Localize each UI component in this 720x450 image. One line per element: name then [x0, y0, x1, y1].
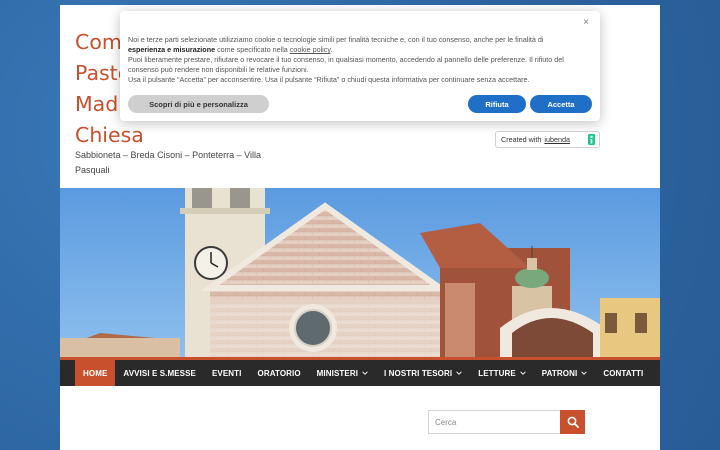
nav-item-tesori[interactable]: I NOSTRI TESORI [376, 360, 470, 386]
search-input[interactable] [428, 410, 560, 434]
hero-image [60, 188, 660, 358]
cookie-banner: × Noi e terze parti selezionate utilizzi… [120, 11, 600, 121]
reject-button[interactable]: Rifiuta [468, 95, 526, 113]
cookie-banner-text: Noi e terze parti selezionate utilizziam… [128, 35, 580, 85]
cookie-text-part: Noi e terze parti selezionate utilizziam… [128, 35, 544, 44]
church-photo [60, 188, 660, 358]
search-button[interactable] [560, 410, 585, 434]
nav-item-contatti[interactable]: CONTATTI [595, 360, 651, 386]
nav-item-letture[interactable]: LETTURE [470, 360, 534, 386]
nav-item-label: ORATORIO [257, 368, 301, 378]
chevron-down-icon [456, 371, 462, 375]
nav-item-avvisi[interactable]: AVVISI E S.MESSE [115, 360, 204, 386]
nav-item-label: MINISTERI [316, 368, 359, 378]
nav-item-ministeri[interactable]: MINISTERI [309, 360, 376, 386]
nav-item-patroni[interactable]: PATRONI [534, 360, 596, 386]
chevron-down-icon [362, 371, 368, 375]
nav-item-home[interactable]: HOME [75, 360, 116, 386]
nav-item-label: CONTATTI [603, 368, 644, 378]
site-title-line[interactable]: Chiesa [75, 120, 275, 151]
main-navigation: HOME AVVISI E S.MESSE EVENTI ORATORIO MI… [60, 360, 660, 386]
site-tagline: Sabbioneta – Breda Cisoni – Ponteterra –… [75, 150, 261, 175]
nav-item-label: LETTURE [478, 368, 516, 378]
nav-item-label: PATRONI [541, 368, 578, 378]
nav-item-label: AVVISI E S.MESSE [123, 368, 196, 378]
cookie-text-part: come specificato nella [215, 45, 290, 54]
nav-item-eventi[interactable]: EVENTI [204, 360, 250, 386]
cookie-text-paragraph: Noi e terze parti selezionate utilizziam… [128, 35, 580, 55]
close-icon[interactable]: × [580, 17, 592, 29]
cookie-policy-link[interactable]: cookie policy [290, 45, 331, 54]
badge-prefix: Created with [501, 135, 542, 144]
search-icon [567, 416, 579, 428]
chevron-down-icon [581, 371, 588, 375]
iubenda-logo-icon [588, 134, 595, 145]
cookie-text-bold: esperienza e misurazione [128, 45, 216, 54]
customize-button[interactable]: Scopri di più e personalizza [128, 95, 269, 113]
nav-item-label: HOME [83, 368, 108, 378]
cookie-text-paragraph: Usa il pulsante “Accetta” per acconsenti… [128, 75, 530, 84]
nav-item-label: EVENTI [212, 368, 242, 378]
cookie-text-part: . [330, 45, 333, 54]
badge-brand: iubenda [544, 135, 570, 144]
cookie-text-paragraph: Puoi liberamente prestare, rifiutare o r… [128, 55, 564, 74]
accept-button[interactable]: Accetta [530, 95, 592, 113]
nav-item-label: I NOSTRI TESORI [384, 368, 453, 378]
iubenda-badge[interactable]: Created with iubenda [495, 131, 600, 148]
chevron-down-icon [520, 371, 526, 375]
nav-item-oratorio[interactable]: ORATORIO [250, 360, 309, 386]
